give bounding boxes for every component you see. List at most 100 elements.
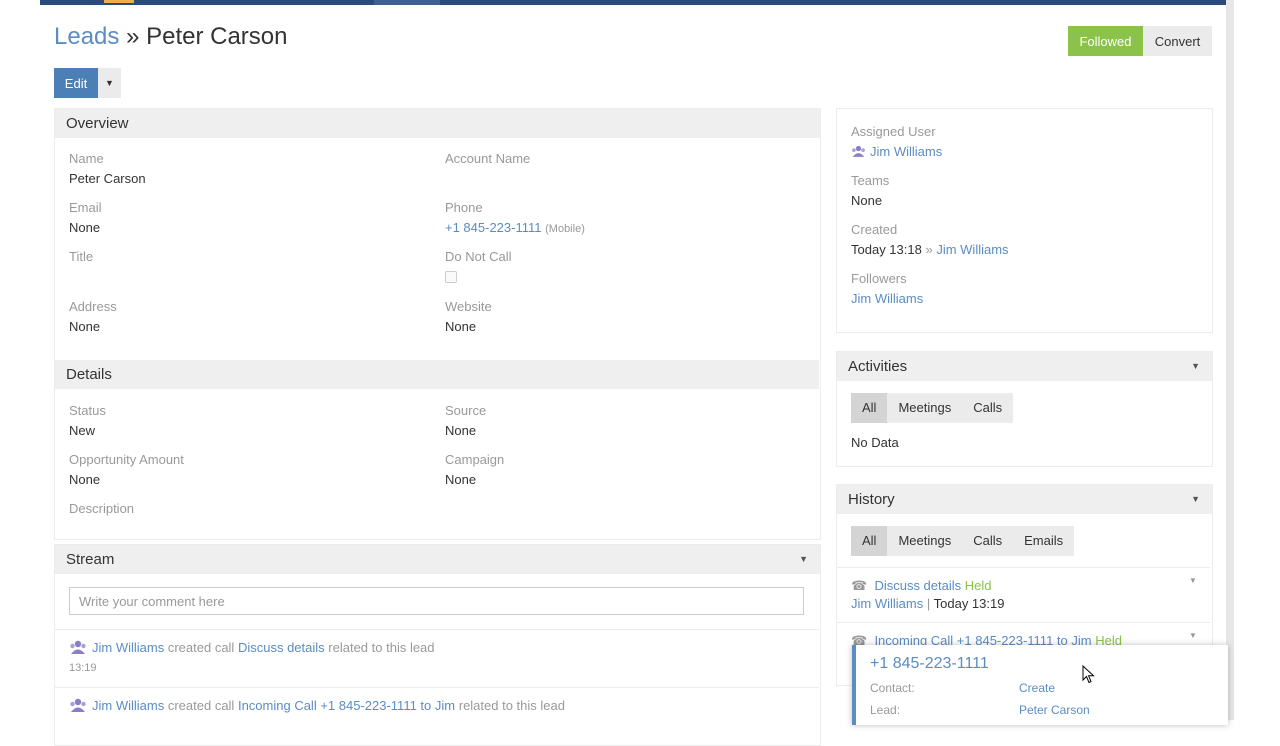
stream-subject-link[interactable]: Incoming Call +1 845-223-1111 to Jim <box>238 698 455 713</box>
comment-input[interactable]: Write your comment here <box>69 587 804 615</box>
activities-tab-all[interactable]: All <box>851 393 888 423</box>
overview-header: Overview <box>55 109 820 138</box>
phone-value[interactable]: +1 845-223-1111 (Mobile) <box>445 220 585 235</box>
do-not-call-label: Do Not Call <box>445 249 512 264</box>
address-label: Address <box>69 299 117 314</box>
created-user-link[interactable]: Jim Williams <box>936 242 1008 257</box>
history-tab-calls[interactable]: Calls <box>962 526 1013 556</box>
activities-tab-calls[interactable]: Calls <box>962 393 1013 423</box>
status-value: New <box>69 423 96 438</box>
history-user-link[interactable]: Jim Williams <box>851 596 923 611</box>
activities-header: Activities ▼ <box>837 352 1212 381</box>
history-tab-emails[interactable]: Emails <box>1013 526 1074 556</box>
assigned-user-value[interactable]: Jim Williams <box>851 144 942 159</box>
caret-down-icon[interactable]: ▼ <box>799 545 808 574</box>
opportunity-amount-label: Opportunity Amount <box>69 452 184 467</box>
stream-item-text: Jim Williams created call Incoming Call … <box>69 698 565 713</box>
description-label: Description <box>69 501 135 516</box>
created-separator: » <box>925 242 933 257</box>
history-header: History ▼ <box>837 485 1212 514</box>
active-nav-tab[interactable] <box>374 0 440 5</box>
stream-user-link[interactable]: Jim Williams <box>92 698 164 713</box>
user-icon <box>70 640 86 654</box>
history-status: Held <box>964 578 992 593</box>
stream-user-link[interactable]: Jim Williams <box>92 640 164 655</box>
page-title: Leads » Peter Carson <box>54 22 288 52</box>
popup-lead-label: Lead: <box>870 703 901 717</box>
caret-down-icon[interactable]: ▼ <box>1189 631 1197 640</box>
created-time: Today 13:18 <box>851 242 922 257</box>
email-value: None <box>69 220 101 235</box>
stream-subject-link[interactable]: Discuss details <box>238 640 325 655</box>
top-navbar <box>40 0 1226 5</box>
source-label: Source <box>445 403 487 418</box>
stream-time: 13:19 <box>69 662 97 674</box>
phone-icon: ☎ <box>851 578 868 593</box>
caret-down-icon[interactable]: ▼ <box>1189 576 1197 585</box>
phone-type: (Mobile) <box>545 223 585 235</box>
history-subject-link[interactable]: Discuss details <box>874 578 961 593</box>
history-divider <box>837 622 1210 623</box>
caret-down-icon[interactable]: ▼ <box>1191 485 1200 514</box>
followers-label: Followers <box>851 271 907 286</box>
caret-down-icon[interactable]: ▼ <box>1191 352 1200 381</box>
assigned-user-label: Assigned User <box>851 124 936 139</box>
stream-item-text: Jim Williams created call Discuss detail… <box>69 640 435 655</box>
follower-link[interactable]: Jim Williams <box>851 291 923 306</box>
teams-value: None <box>851 193 883 208</box>
user-icon <box>852 145 865 157</box>
activities-tab-meetings[interactable]: Meetings <box>887 393 962 423</box>
source-value: None <box>445 423 477 438</box>
name-value: Peter Carson <box>69 171 146 186</box>
popup-lead-link[interactable]: Peter Carson <box>1019 703 1090 717</box>
history-title: History <box>848 491 895 508</box>
website-value: None <box>445 319 477 334</box>
address-value: None <box>69 319 101 334</box>
website-label: Website <box>445 299 492 314</box>
popup-phone[interactable]: +1 845-223-1111 <box>870 655 989 673</box>
popup-contact-create-link[interactable]: Create <box>1019 681 1055 695</box>
stream-item: Jim Williams created call Incoming Call … <box>55 687 819 728</box>
breadcrumb-separator: » <box>126 23 140 50</box>
assigned-user-link[interactable]: Jim Williams <box>870 144 942 159</box>
logo[interactable] <box>104 0 134 3</box>
do-not-call-checkbox <box>445 271 457 283</box>
edit-dropdown-button[interactable]: ▼ <box>98 68 121 98</box>
history-divider <box>837 567 1210 568</box>
activities-tabs: All Meetings Calls <box>851 393 1014 423</box>
status-label: Status <box>69 403 106 418</box>
history-item-meta: Jim Williams | Today 13:19 <box>851 596 1005 611</box>
campaign-value: None <box>445 472 477 487</box>
stream-action: created call <box>167 640 235 655</box>
teams-label: Teams <box>851 173 890 188</box>
history-time: Today 13:19 <box>933 596 1005 611</box>
phone-label: Phone <box>445 200 483 215</box>
record-name: Peter Carson <box>146 23 288 50</box>
breadcrumb-leads-link[interactable]: Leads <box>54 23 119 50</box>
email-label: Email <box>69 200 102 215</box>
popup-contact-label: Contact: <box>870 681 915 695</box>
stream-header: Stream ▼ <box>55 545 820 574</box>
caret-down-icon: ▼ <box>105 78 114 88</box>
stream-title: Stream <box>66 551 115 568</box>
stream-item: Jim Williams created call Discuss detail… <box>55 629 819 686</box>
followed-button[interactable]: Followed <box>1068 26 1143 56</box>
call-popup: +1 845-223-1111 Contact: Create Lead: Pe… <box>852 645 1228 725</box>
phone-number-link[interactable]: +1 845-223-1111 <box>445 220 542 235</box>
activities-title: Activities <box>848 358 908 375</box>
history-item: ☎ Discuss details Held <box>851 578 992 594</box>
name-label: Name <box>69 151 104 166</box>
account-name-label: Account Name <box>445 151 531 166</box>
created-label: Created <box>851 222 898 237</box>
stream-suffix: related to this lead <box>328 640 435 655</box>
created-value: Today 13:18 » Jim Williams <box>851 242 1009 257</box>
history-tab-meetings[interactable]: Meetings <box>887 526 962 556</box>
user-icon <box>70 698 86 712</box>
details-header: Details <box>55 360 819 389</box>
stream-action: created call <box>167 698 235 713</box>
page-scrollbar[interactable] <box>1226 0 1234 720</box>
history-tab-all[interactable]: All <box>851 526 888 556</box>
convert-button[interactable]: Convert <box>1143 26 1212 56</box>
edit-button[interactable]: Edit <box>54 68 98 98</box>
campaign-label: Campaign <box>445 452 505 467</box>
